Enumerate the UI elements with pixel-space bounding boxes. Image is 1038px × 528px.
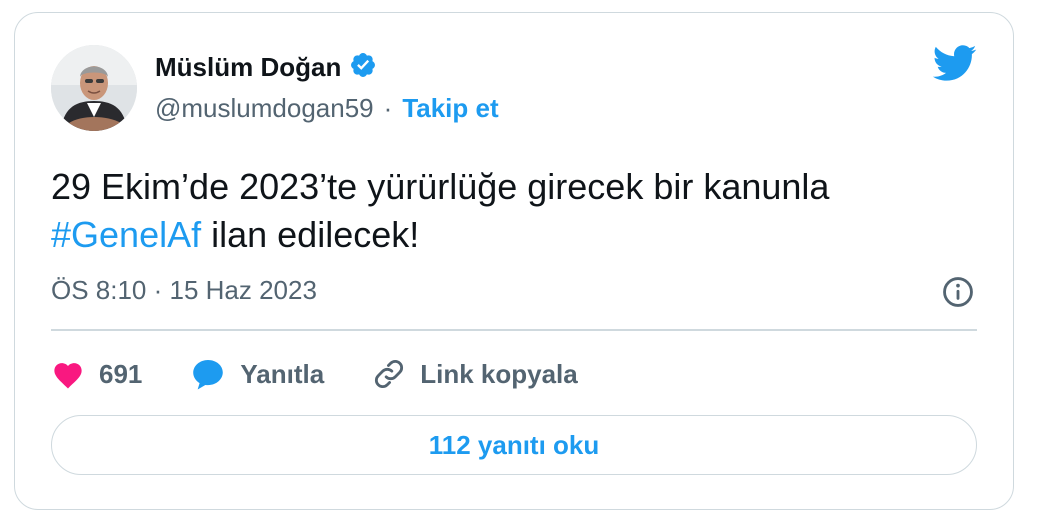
tweet-text-rest: ilan edilecek! (201, 214, 420, 255)
reply-button[interactable]: Yanıtla (190, 357, 324, 391)
copy-link-label: Link kopyala (420, 358, 578, 389)
tweet-text-line2: #GenelAf ilan edilecek! (51, 211, 971, 259)
tweet-text-line1: 29 Ekim’de 2023’te yürürlüğe girecek bir… (51, 166, 830, 207)
heart-icon (51, 359, 85, 389)
author-name-row: Müslüm Doğan (155, 51, 377, 84)
tweet-timestamp[interactable]: ÖS 8:10 · 15 Haz 2023 (51, 275, 317, 306)
follow-link[interactable]: Takip et (402, 93, 498, 124)
tweet-text: 29 Ekim’de 2023’te yürürlüğe girecek bir… (51, 163, 971, 259)
author-handle-row: @muslumdogan59 · Takip et (155, 93, 499, 124)
verified-badge-icon (349, 51, 377, 84)
avatar-photo-icon (51, 45, 137, 131)
author-handle[interactable]: @muslumdogan59 (155, 93, 374, 124)
divider (51, 329, 977, 331)
avatar[interactable] (51, 45, 137, 131)
info-icon[interactable] (941, 275, 975, 309)
separator-dot: · (383, 93, 393, 123)
hashtag-link[interactable]: #GenelAf (51, 214, 201, 255)
read-replies-button[interactable]: 112 yanıtı oku (51, 415, 977, 475)
link-icon (372, 357, 406, 391)
copy-link-button[interactable]: Link kopyala (372, 357, 578, 391)
likes-count: 691 (99, 358, 143, 389)
tweet-actions: 691 Yanıtla Link kopyala (51, 353, 626, 395)
tweet-card: Müslüm Doğan @muslumdogan59 · Takip et 2… (14, 12, 1014, 510)
reply-bubble-icon (190, 357, 226, 391)
like-button[interactable]: 691 (51, 359, 142, 390)
twitter-bird-icon[interactable] (931, 43, 977, 83)
author-name[interactable]: Müslüm Doğan (155, 52, 341, 83)
reply-label: Yanıtla (240, 358, 325, 389)
